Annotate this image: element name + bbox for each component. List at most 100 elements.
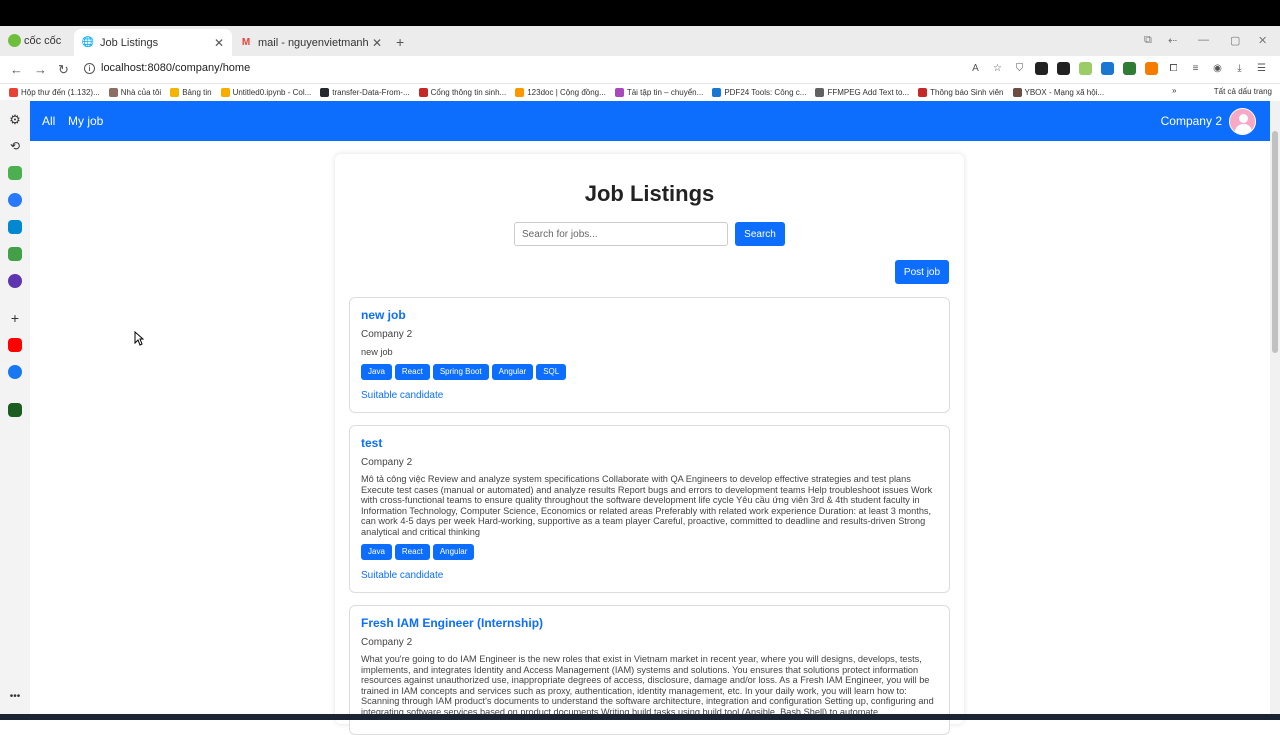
bookmark-favicon-icon [515,87,525,97]
avatar-body [1235,124,1252,134]
extension-icon[interactable] [1079,62,1092,75]
close-tab-icon[interactable]: ✕ [372,36,382,50]
more-icon[interactable]: ••• [8,690,22,704]
settings-icon[interactable]: ⚙ [8,113,22,127]
back-icon[interactable]: ← [10,62,23,77]
suitable-candidate-link[interactable]: Suitable candidate [361,390,443,401]
facebook-icon[interactable] [8,365,22,379]
bookmark-item[interactable]: PDF24 Tools: Công c... [712,87,807,97]
screenshot-icon[interactable]: ⧉ [1144,34,1152,47]
bookmarks-overflow-button[interactable]: » [1172,86,1176,95]
bookmark-label: Thông báo Sinh viên [930,87,1004,97]
page-scrollbar[interactable] [1270,101,1280,720]
job-title[interactable]: test [361,436,382,450]
reload-icon[interactable]: ↻ [58,62,69,78]
job-tags: Java React Spring Boot Angular SQL [361,364,567,380]
job-description: new job [361,347,393,357]
bookmark-item[interactable]: YBOX - Mạng xã hội... [1012,87,1105,97]
extension-icon[interactable] [1101,62,1114,75]
bookmark-favicon-icon [170,87,180,97]
youtube-icon[interactable] [8,338,22,352]
bookmark-item[interactable]: FFMPEG Add Text to... [815,87,909,97]
reading-list-icon[interactable]: ≡ [1189,62,1202,75]
menu-icon[interactable]: ☰ [1255,62,1268,75]
window-close-icon[interactable]: ✕ [1258,34,1267,47]
extension-icon[interactable] [1057,62,1070,75]
forward-icon[interactable]: → [34,62,47,77]
download-icon[interactable]: ⤓ [1233,62,1246,75]
all-bookmarks-button[interactable]: Tất cả dấu trang [1214,87,1272,96]
gamepad-icon[interactable] [8,247,22,261]
suitable-candidate-link[interactable]: Suitable candidate [361,570,443,581]
tab-mail[interactable]: M mail - nguyenvietmanh14091@g... ✕ [232,29,390,56]
bookmark-item[interactable]: Thông báo Sinh viên [918,87,1004,97]
bookmark-favicon-icon [712,87,722,97]
messenger-icon[interactable] [8,193,22,207]
tab-job-listings[interactable]: 🌐 Job Listings ✕ [74,29,232,56]
puzzle-icon[interactable]: ⧠ [1167,62,1180,75]
job-title[interactable]: new job [361,308,406,322]
search-input[interactable] [514,222,728,246]
scrollbar-thumb[interactable] [1272,131,1278,353]
bookmark-item[interactable]: 123doc | Cộng đồng... [515,87,606,97]
bookmark-favicon-icon [108,87,118,97]
history-icon[interactable]: ⟲ [8,139,22,153]
job-listings-container: Job Listings Search Post job new job Com… [335,154,964,735]
bookmark-label: PDF24 Tools: Công c... [724,87,807,97]
bookmark-favicon-icon [418,87,428,97]
add-icon[interactable]: + [8,311,22,325]
site-info-icon[interactable]: i [84,62,95,74]
url-text: localhost:8080/company/home [101,62,251,74]
app-icon[interactable] [8,166,22,180]
tab-title: Job Listings [100,36,159,49]
extension-icon[interactable] [1035,62,1048,75]
bookmark-favicon-icon [9,87,18,97]
zalo-icon[interactable] [8,220,22,234]
maximize-icon[interactable]: ▢ [1230,34,1240,47]
search-button[interactable]: Search [735,222,785,246]
job-card: new job Company 2 new job Java React Spr… [349,297,950,413]
coccoc-logo-icon [8,34,21,47]
job-company: Company 2 [361,637,413,648]
bookmark-item[interactable]: Bảng tin [170,87,212,97]
bookmark-favicon-icon [320,87,330,97]
profile-icon[interactable]: ◉ [1211,62,1224,75]
minimize-icon[interactable]: — [1198,34,1209,46]
bookmark-item[interactable]: Untitled0.ipynb - Col... [220,87,311,97]
bookmark-favicon-icon [614,87,624,97]
bookmark-label: YBOX - Mạng xã hội... [1024,87,1105,97]
bookmark-favicon-icon [220,87,230,97]
bookmark-item[interactable]: Nhà của tôi [108,87,162,97]
bookmark-item[interactable]: Tải tập tin – chuyển... [614,87,703,97]
skill-tag: Angular [491,364,534,380]
search-app-icon[interactable] [8,274,22,288]
new-tab-button[interactable]: + [396,34,404,50]
bookmark-item[interactable]: Cổng thông tin sinh... [418,87,507,97]
company-name[interactable]: Company 2 [1161,114,1222,128]
close-tab-icon[interactable]: ✕ [214,36,224,50]
post-job-button[interactable]: Post job [895,260,949,284]
avatar[interactable] [1229,108,1256,135]
app-navbar: All My job Company 2 [30,101,1270,141]
bookmark-label: Cổng thông tin sinh... [430,87,507,97]
bookmark-item[interactable]: transfer-Data-From-... [320,87,410,97]
browser-brand[interactable]: cốc cốc [8,34,61,47]
nav-link-all[interactable]: All [42,114,55,128]
bookmark-label: transfer-Data-From-... [332,87,410,97]
shield-icon[interactable]: ⛉ [1013,62,1026,75]
avatar-head [1239,114,1248,123]
bookmark-label: Hộp thư đến (1.132)... [21,87,100,97]
bookmark-item[interactable]: Hộp thư đến (1.132)... [9,87,100,97]
star-icon[interactable]: ☆ [991,62,1004,75]
job-company: Company 2 [361,329,413,340]
translate-icon[interactable]: A [969,62,982,75]
bookmark-label: Nhà của tôi [120,87,162,97]
url-field[interactable]: i localhost:8080/company/home [84,62,250,74]
skill-tag: React [394,364,430,380]
extension-icon[interactable] [1123,62,1136,75]
app-icon[interactable] [8,403,22,417]
extension-icon[interactable] [1145,62,1158,75]
nav-link-my-job[interactable]: My job [68,114,103,128]
job-title[interactable]: Fresh IAM Engineer (Internship) [361,616,543,630]
back-arrow-icon[interactable]: ⇠ [1168,34,1177,47]
